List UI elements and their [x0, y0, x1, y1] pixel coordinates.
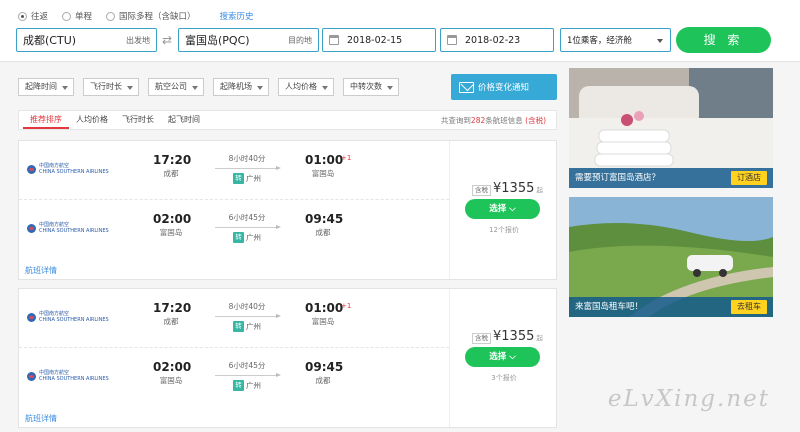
- arrival-info: 09:45 成都: [305, 212, 344, 237]
- arrival-info: 01:00 富国岛 +1: [305, 301, 352, 326]
- flight-result-card: 中国南方航空 CHINA SOUTHERN AIRLINES 17:20 成都 8…: [18, 140, 557, 280]
- route-line: [215, 373, 281, 377]
- trip-oneway-radio[interactable]: 单程: [62, 10, 92, 22]
- book-hotel-button[interactable]: 订酒店: [731, 171, 767, 185]
- airline-logo: 中国南方航空 CHINA SOUTHERN AIRLINES: [27, 370, 109, 382]
- flight-result-card: 中国南方航空 CHINA SOUTHERN AIRLINES 17:20 成都 8…: [18, 288, 557, 428]
- search-panel: 往返 单程 国际多程（含缺口） 搜索历史 成都(CTU) 出发地 ⇄ 富国岛(P…: [0, 0, 800, 62]
- duration-info: 8小时40分 转广州: [215, 153, 281, 184]
- outbound-leg: 中国南方航空 CHINA SOUTHERN AIRLINES 17:20 成都 8…: [19, 289, 449, 347]
- passenger-select[interactable]: 1位乘客，经济舱: [560, 28, 671, 52]
- price-alert-button[interactable]: 价格变化通知: [451, 74, 557, 100]
- arrival-info: 01:00 富国岛 +1: [305, 153, 352, 178]
- transfer-badge: 转: [233, 173, 244, 184]
- flight-detail-link[interactable]: 航班详情: [25, 413, 57, 424]
- return-leg: 中国南方航空 CHINA SOUTHERN AIRLINES 02:00 富国岛 …: [19, 199, 449, 257]
- filter-airport[interactable]: 起降机场: [213, 78, 269, 96]
- arrival-info: 09:45 成都: [305, 360, 344, 385]
- transfer-badge: 转: [233, 232, 244, 243]
- origin-field[interactable]: 成都(CTU) 出发地: [16, 28, 157, 52]
- filter-time[interactable]: 起降时间: [18, 78, 74, 96]
- departure-info: 17:20 成都: [153, 153, 192, 178]
- departure-info: 17:20 成都: [153, 301, 192, 326]
- departure-info: 02:00 富国岛: [153, 212, 192, 237]
- sort-price[interactable]: 人均价格: [69, 111, 115, 129]
- next-day-badge: +1: [341, 154, 352, 162]
- sort-bar: 推荐排序 人均价格 飞行时长 起飞时间 共查询到282条航班信息 (含税): [18, 110, 557, 130]
- filter-transfers[interactable]: 中转次数: [343, 78, 399, 96]
- return-leg: 中国南方航空 CHINA SOUTHERN AIRLINES 02:00 富国岛 …: [19, 347, 449, 405]
- destination-field[interactable]: 富国岛(PQC) 目的地: [178, 28, 319, 52]
- select-button[interactable]: 选择 ⌵: [465, 199, 540, 219]
- radio-icon: [62, 11, 72, 21]
- duration-info: 6小时45分 转广州: [215, 360, 281, 391]
- airline-logo-icon: [27, 164, 36, 174]
- trip-multicity-radio[interactable]: 国际多程（含缺口）: [106, 10, 196, 22]
- airline-logo: 中国南方航空 CHINA SOUTHERN AIRLINES: [27, 311, 109, 323]
- radio-checked-icon: [18, 11, 27, 21]
- quote-count: 12个报价: [489, 226, 519, 234]
- trip-type-group: 往返 单程 国际多程（含缺口） 搜索历史: [18, 10, 254, 22]
- select-button[interactable]: 选择 ⌵: [465, 347, 540, 367]
- price: 含税 ¥1355 起: [472, 181, 543, 196]
- route-line: [215, 314, 281, 318]
- calendar-icon: [447, 35, 457, 45]
- transfer-badge: 转: [233, 380, 244, 391]
- quote-count: 3个报价: [491, 374, 517, 382]
- trip-roundtrip-radio[interactable]: 往返: [18, 10, 48, 22]
- filter-duration[interactable]: 飞行时长: [83, 78, 139, 96]
- airline-logo-icon: [27, 223, 36, 233]
- sort-recommended[interactable]: 推荐排序: [23, 111, 69, 129]
- envelope-icon: [459, 81, 474, 93]
- airline-logo-icon: [27, 371, 36, 381]
- filter-price[interactable]: 人均价格: [278, 78, 334, 96]
- watermark: eLvXing.net: [607, 386, 770, 412]
- airline-logo: 中国南方航空 CHINA SOUTHERN AIRLINES: [27, 222, 109, 234]
- price-box: 含税 ¥1355 起 选择 ⌵ 3个报价: [449, 289, 557, 427]
- car-rental-ad[interactable]: 来富国岛租车吧！ 去租车: [569, 197, 773, 317]
- route-line: [215, 166, 281, 170]
- outbound-leg: 中国南方航空 CHINA SOUTHERN AIRLINES 17:20 成都 8…: [19, 141, 449, 199]
- result-count: 共查询到282条航班信息 (含税): [440, 115, 546, 125]
- filter-bar: 起降时间 飞行时长 航空公司 起降机场 人均价格 中转次数: [18, 78, 399, 96]
- route-line: [215, 225, 281, 229]
- sort-departure[interactable]: 起飞时间: [161, 111, 207, 129]
- duration-info: 8小时40分 转广州: [215, 301, 281, 332]
- depart-date-field[interactable]: 2018-02-15: [322, 28, 436, 52]
- departure-info: 02:00 富国岛: [153, 360, 192, 385]
- filter-airline[interactable]: 航空公司: [148, 78, 204, 96]
- price-box: 含税 ¥1355 起 选择 ⌵ 12个报价: [449, 141, 557, 279]
- swap-cities-icon[interactable]: ⇄: [160, 33, 174, 47]
- search-history-link[interactable]: 搜索历史: [220, 10, 254, 22]
- sort-duration[interactable]: 飞行时长: [115, 111, 161, 129]
- next-day-badge: +1: [341, 302, 352, 310]
- radio-icon: [106, 11, 116, 21]
- flight-detail-link[interactable]: 航班详情: [25, 265, 57, 276]
- rent-car-button[interactable]: 去租车: [731, 300, 767, 314]
- airline-logo-icon: [27, 312, 36, 322]
- price: 含税 ¥1355 起: [472, 329, 543, 344]
- duration-info: 6小时45分 转广州: [215, 212, 281, 243]
- search-button[interactable]: 搜 索: [676, 27, 771, 53]
- return-date-field[interactable]: 2018-02-23: [440, 28, 554, 52]
- airline-logo: 中国南方航空 CHINA SOUTHERN AIRLINES: [27, 163, 109, 175]
- hotel-ad[interactable]: 需要预订富国岛酒店？ 订酒店: [569, 68, 773, 188]
- calendar-icon: [329, 35, 339, 45]
- chevron-down-icon: [657, 39, 663, 43]
- transfer-badge: 转: [233, 321, 244, 332]
